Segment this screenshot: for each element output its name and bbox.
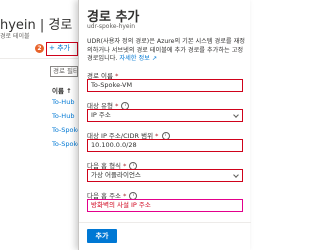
footer-divider <box>79 222 251 223</box>
route-link[interactable]: To-Spoke <box>52 140 81 148</box>
add-submit-button[interactable]: 추가 <box>87 229 117 243</box>
column-header-name[interactable]: 이름 ↑ <box>52 85 72 95</box>
background-page: hyein | 경로 경로 테이블 2 + 추가 경로 필터링 이름 ↑ To-… <box>0 0 81 250</box>
next-hop-type-select[interactable]: 가상 어플라이언스 <box>87 169 243 182</box>
add-route-button[interactable]: + 추가 <box>46 42 78 56</box>
route-link[interactable]: To-Spoke <box>52 126 81 134</box>
filter-input[interactable]: 경로 필터링 <box>50 66 78 77</box>
page-subtitle: 경로 테이블 <box>0 33 30 40</box>
add-route-panel: 경로 추가 udr-spoke-hyein UDR(사용자 정의 경로)은 Az… <box>78 0 251 250</box>
route-name-input[interactable]: To-Spoke-VM <box>87 79 243 92</box>
panel-subtitle: udr-spoke-hyein <box>87 23 136 30</box>
panel-description: UDR(사용자 정의 경로)은 Azure의 기본 시스템 경로를 재정의하거나… <box>87 38 247 64</box>
next-hop-addr-input[interactable]: 방화벽의 사설 IP 주소 <box>87 199 243 212</box>
dest-type-select[interactable]: IP 주소 <box>87 109 243 122</box>
toolbar-divider <box>0 58 78 59</box>
step-badge: 2 <box>35 44 44 53</box>
learn-more-link[interactable]: 자세한 정보 ↗ <box>119 55 157 62</box>
description-text: UDR(사용자 정의 경로)은 Azure의 기본 시스템 경로를 재정의하거나… <box>87 38 245 62</box>
route-link[interactable]: To-Hub <box>52 112 74 120</box>
route-link[interactable]: To-Hub <box>52 98 74 106</box>
dest-ip-input[interactable]: 10.100.0.0/28 <box>87 139 243 152</box>
